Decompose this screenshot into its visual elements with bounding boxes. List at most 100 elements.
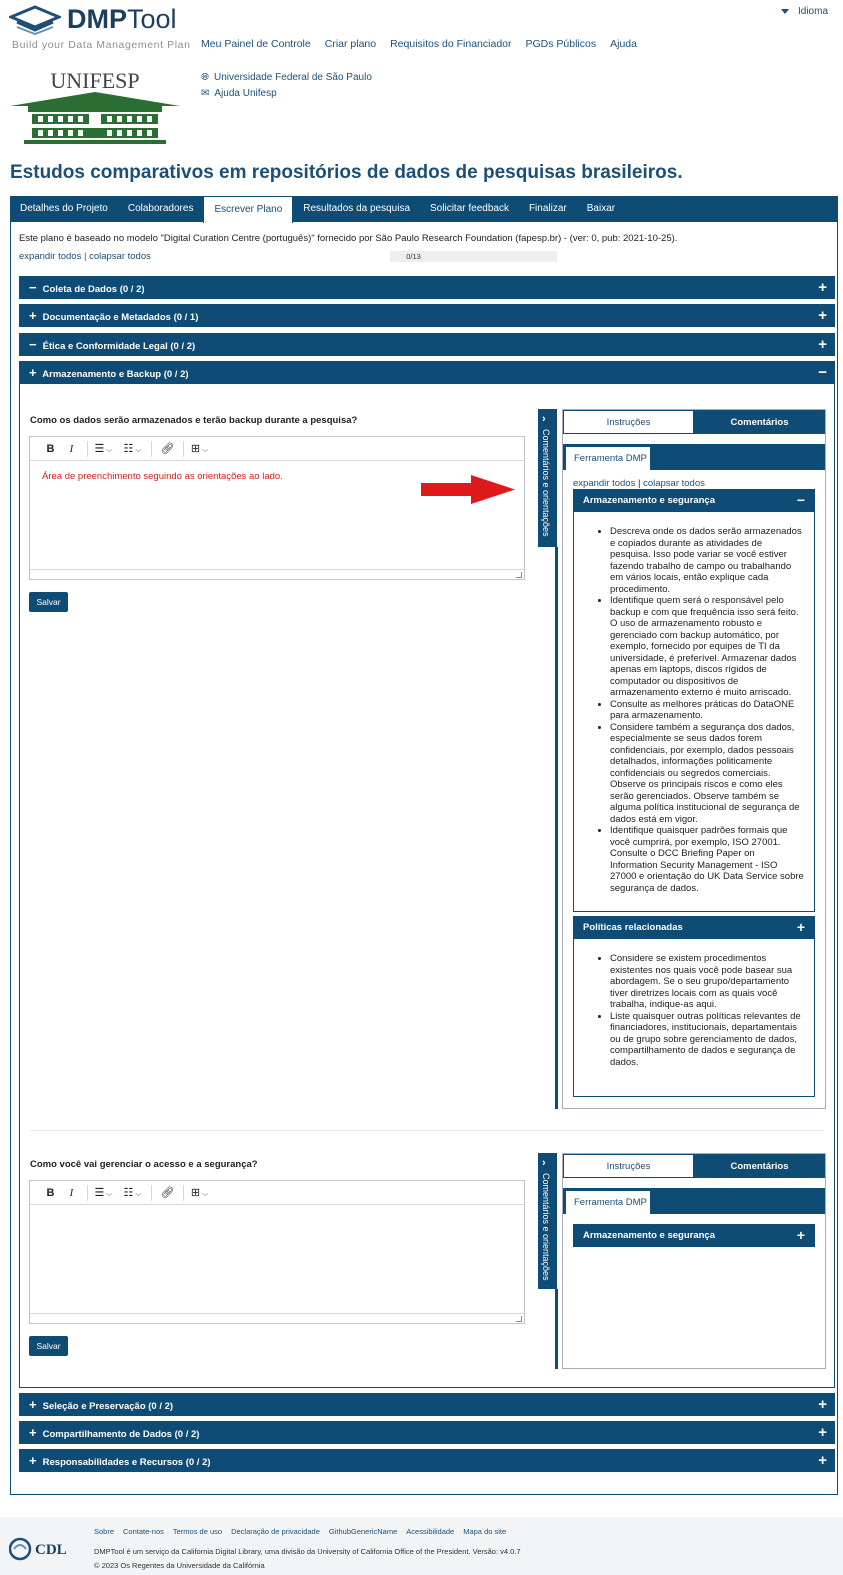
guidance-toggle-handle[interactable]: › Comentários e orientações [538,409,557,547]
dmptool-logo-icon[interactable] [9,5,61,35]
footer-link-sitemap[interactable]: Mapa do site [463,1527,506,1536]
question-1-editor[interactable]: B I ☰ ⌵ ☷ ⌵ 🔗︎ ⊞ ⌵ Área de preenchimento se… [29,436,525,580]
footer-link-terms[interactable]: Termos de uso [173,1527,222,1536]
section-documentation-metadata[interactable]: + Documentação e Metadados (0 / 1) + [19,304,835,327]
language-menu[interactable]: Idioma [781,6,828,17]
tab-finalize[interactable]: Finalizar [519,196,577,222]
section-ethics-legal[interactable]: − Ética e Conformidade Legal (0 / 2) + [19,333,835,356]
brand-name[interactable]: DMPTool [67,4,177,35]
guidance-storage-security-body: Descreva onde os dados serão armazenados… [573,512,815,912]
chevron-right-icon: › [542,413,546,425]
footer-copyright: © 2023 Os Regentes da Universidade da Ca… [94,1561,265,1570]
tab-project-details[interactable]: Detalhes do Projeto [10,196,118,222]
editor-toolbar: B I ☰ ⌵ ☷ ⌵ 🔗︎ ⊞ ⌵ [30,1181,524,1205]
tab-download[interactable]: Baixar [577,196,625,222]
footer-link-about[interactable]: Sobre [94,1527,114,1536]
tab-comments[interactable]: Comentários [694,1154,825,1178]
save-button[interactable]: Salvar [29,1336,68,1356]
unifesp-logo[interactable]: UNIFESP [10,68,180,146]
nav-help[interactable]: Ajuda [610,38,637,50]
bullet-list-icon[interactable]: ☰ ⌵ [93,442,114,455]
resize-handle-icon[interactable] [516,572,522,578]
expand-collapse-links: expandir todos | colapsar todos [19,251,151,262]
question-2-answer-text[interactable] [30,1205,524,1225]
plus-icon: + [818,1424,827,1441]
footer-service-text: DMPTool é um serviço da California Digit… [94,1547,521,1556]
italic-icon[interactable]: I [61,443,82,455]
link-icon[interactable]: 🔗︎ [157,442,178,455]
guidance-related-policies-body: Considere se existem procedimentos exist… [573,939,815,1097]
plus-icon: + [796,1227,805,1243]
guidance-collapse-all-link[interactable]: colapsar todos [643,478,705,489]
save-button[interactable]: Salvar [29,592,68,612]
tab-write-plan[interactable]: Escrever Plano [203,196,294,223]
nav-funder-requirements[interactable]: Requisitos do Financiador [390,38,511,50]
plus-icon: + [818,307,827,324]
guidance-related-policies-header[interactable]: Políticas relacionadas + [573,916,815,939]
guidance-storage-security-header[interactable]: Armazenamento e segurança − [573,489,815,512]
table-icon[interactable]: ⊞ ⌵ [189,1186,210,1199]
italic-icon[interactable]: I [61,1187,82,1199]
guidance-item: Considere se existem procedimentos exist… [610,953,804,1011]
tab-comments[interactable]: Comentários [694,410,825,434]
nav-public-plans[interactable]: PGDs Públicos [526,38,597,50]
top-nav: Meu Painel de Controle Criar plano Requi… [201,38,637,50]
guidance-rail [555,547,558,1109]
bullet-list-icon[interactable]: ☰ ⌵ [93,1186,114,1199]
nav-dashboard[interactable]: Meu Painel de Controle [201,38,311,50]
chevron-right-icon: › [542,1157,546,1169]
nav-create-plan[interactable]: Criar plano [325,38,376,50]
footer-link-accessibility[interactable]: Acessibilidade [406,1527,454,1536]
brand-tagline: Build your Data Management Plan [12,39,191,51]
annotation-arrow-icon [421,475,515,504]
numbered-list-icon[interactable]: ☷ ⌵ [122,1186,143,1199]
collapse-all-link[interactable]: colapsar todos [89,251,151,262]
resize-handle-icon[interactable] [516,1316,522,1322]
tab-instructions[interactable]: Instruções [563,410,694,434]
guidance-item: Considere também a segurança dos dados, … [610,722,804,826]
bold-icon[interactable]: B [40,1187,61,1199]
plus-icon: + [818,1452,827,1469]
plus-icon: + [818,1396,827,1413]
tab-dmp-tool[interactable]: Ferramenta DMP [565,446,651,470]
tab-request-feedback[interactable]: Solicitar feedback [420,196,519,222]
numbered-list-icon[interactable]: ☷ ⌵ [122,442,143,455]
institution-website-link[interactable]: 🌐︎ Universidade Federal de São Paulo [201,70,372,86]
institution-links: 🌐︎ Universidade Federal de São Paulo ✉︎ Aj… [201,70,372,102]
section-selection-preservation[interactable]: + Seleção e Preservação (0 / 2) + [19,1393,835,1416]
expand-all-link[interactable]: expandir todos [19,251,81,262]
svg-text:CDL: CDL [35,1542,67,1558]
footer-link-github[interactable]: GithubGenericName [329,1527,397,1536]
guidance-item: Liste quaisquer outras políticas relevan… [610,1011,804,1069]
envelope-icon: ✉︎ [201,88,210,99]
guidance-storage-security-header[interactable]: Armazenamento e segurança + [573,1224,815,1247]
guidance-panel: Instruções Comentários Ferramenta DMP ex… [562,409,826,1109]
section-responsibilities-resources[interactable]: + Responsabilidades e Recursos (0 / 2) + [19,1449,835,1472]
minus-icon: − [818,364,827,381]
table-icon[interactable]: ⊞ ⌵ [189,442,210,455]
institution-help-link[interactable]: ✉︎ Ajuda Unifesp [201,86,372,102]
bold-icon[interactable]: B [40,443,61,455]
cdl-logo[interactable]: CDL [9,1535,79,1563]
tab-dmp-tool[interactable]: Ferramenta DMP [565,1190,651,1214]
link-icon[interactable]: 🔗︎ [157,1186,178,1199]
guidance-toggle-handle[interactable]: › Comentários e orientações [538,1153,557,1289]
tab-collaborators[interactable]: Colaboradores [118,196,204,222]
guidance-item: Identifique quem será o responsável pelo… [610,595,804,699]
tab-research-outputs[interactable]: Resultados da pesquisa [293,196,420,222]
guidance-rail [555,1289,558,1369]
progress-label: 0/13 [406,252,421,261]
section-storage-backup[interactable]: + Armazenamento e Backup (0 / 2) − [19,361,835,384]
guidance-accordion: Armazenamento e segurança + [573,1224,815,1247]
section-data-collection[interactable]: − Coleta de Dados (0 / 2) + [19,276,835,299]
plus-icon: + [818,279,827,296]
footer-link-privacy[interactable]: Declaração de privacidade [231,1527,320,1536]
minus-icon: − [796,492,805,508]
footer-link-contact[interactable]: Contate-nos [123,1527,164,1536]
guidance-expand-all-link[interactable]: expandir todos [573,478,635,489]
question-2-editor[interactable]: B I ☰ ⌵ ☷ ⌵ 🔗︎ ⊞ ⌵ [29,1180,525,1324]
tab-instructions[interactable]: Instruções [563,1154,694,1178]
globe-icon: 🌐︎ [201,72,209,83]
plan-title: Estudos comparativos em repositórios de … [10,162,683,183]
section-data-sharing[interactable]: + Compartilhamento de Dados (0 / 2) + [19,1421,835,1444]
